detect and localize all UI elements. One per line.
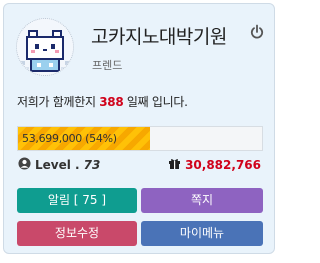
days-prefix: 저희가 함께한지 xyxy=(17,95,96,109)
level-info: Level . 73 xyxy=(18,157,100,173)
membership-days: 저희가 함께한지 388 일째 입니다. xyxy=(17,93,188,110)
user-profile-card: 고카지노대박기원 프렌드 저희가 함께한지 388 일째 입니다. 53,699… xyxy=(3,3,275,254)
experience-label: 53,699,000 (54%) xyxy=(22,132,117,145)
point-info: 30,882,766 xyxy=(168,157,261,172)
user-icon xyxy=(18,157,31,173)
alerts-button[interactable]: 알림 [ 75 ] xyxy=(17,188,137,213)
days-suffix: 일째 입니다. xyxy=(126,95,188,109)
profile-nickname: 고카지노대박기원 xyxy=(91,26,227,48)
avatar[interactable] xyxy=(16,18,74,76)
edit-profile-button[interactable]: 정보수정 xyxy=(17,221,137,246)
gift-icon xyxy=(168,157,181,172)
power-icon[interactable] xyxy=(249,24,265,40)
days-count: 388 xyxy=(99,95,124,109)
my-menu-button[interactable]: 마이메뉴 xyxy=(141,221,263,246)
level-label: Level . xyxy=(35,158,80,172)
point-value: 30,882,766 xyxy=(185,157,261,172)
experience-bar: 53,699,000 (54%) xyxy=(17,126,263,151)
notes-button[interactable]: 쪽지 xyxy=(141,188,263,213)
pixel-character-icon xyxy=(17,19,73,75)
level-value: 73 xyxy=(83,158,101,172)
member-rank: 프렌드 xyxy=(92,59,123,72)
